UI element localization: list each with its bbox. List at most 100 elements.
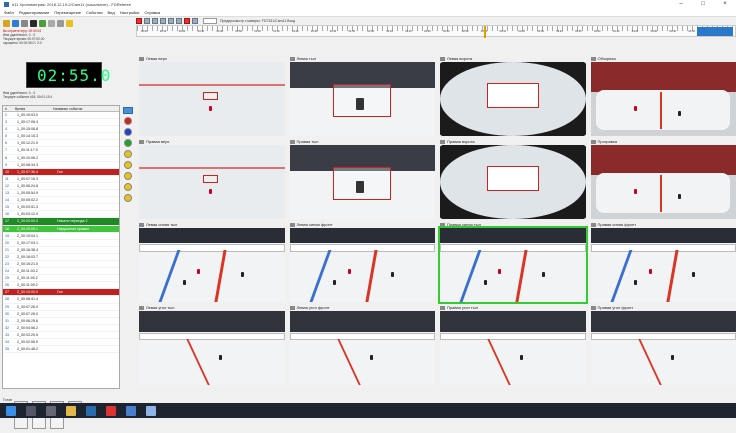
event-row[interactable]: 282_00:08:41.4 bbox=[3, 296, 119, 303]
app-taskbar-icon[interactable] bbox=[86, 406, 96, 416]
marker-button[interactable] bbox=[124, 183, 132, 191]
stop-button[interactable] bbox=[32, 417, 46, 429]
event-row[interactable]: 161_00:03:12.0 bbox=[3, 211, 119, 218]
search-icon[interactable] bbox=[26, 406, 36, 416]
event-row[interactable]: 172_00:20:00.0Начало периода 2 bbox=[3, 218, 119, 225]
event-row[interactable]: 342_00:02:55.0 bbox=[3, 339, 119, 346]
event-row[interactable]: 61_00:12:21.0 bbox=[3, 140, 119, 147]
event-row[interactable]: 212_00:16:38.4 bbox=[3, 247, 119, 254]
info-icon[interactable] bbox=[21, 20, 28, 27]
speed-select[interactable] bbox=[203, 18, 217, 24]
layout-icon[interactable] bbox=[48, 20, 55, 27]
events-list[interactable]: # Время Название события 21_00:19:03.031… bbox=[2, 105, 120, 389]
event-row[interactable]: 292_00:07:26.0 bbox=[3, 304, 119, 311]
event-row[interactable]: 21_00:19:03.0 bbox=[3, 112, 119, 119]
event-row[interactable]: 232_00:15:21.0 bbox=[3, 261, 119, 268]
col-time-header[interactable]: Время bbox=[13, 106, 53, 111]
play-icon[interactable] bbox=[168, 18, 174, 24]
camera-tile[interactable]: Левая ворота bbox=[440, 55, 586, 136]
menu-help[interactable]: Справка bbox=[144, 10, 160, 15]
col-name-header[interactable]: Название события bbox=[53, 106, 119, 111]
event-row[interactable]: 182_00:19:09.1Нарушение правил bbox=[3, 226, 119, 233]
col-num-header[interactable]: # bbox=[3, 106, 13, 111]
marker-button[interactable] bbox=[124, 139, 132, 147]
menu-view[interactable]: Вид bbox=[108, 10, 115, 15]
timeline-overview[interactable] bbox=[697, 27, 733, 36]
camera-tile[interactable]: Правая тыл bbox=[290, 138, 436, 219]
start-icon[interactable] bbox=[6, 406, 16, 416]
event-row[interactable]: 151_00:03:51.3 bbox=[3, 204, 119, 211]
event-row[interactable]: 242_00:11:03.2 bbox=[3, 268, 119, 275]
camera-tile[interactable]: Правая верх bbox=[139, 138, 285, 219]
marker-button[interactable] bbox=[124, 172, 132, 180]
marker-button[interactable] bbox=[124, 150, 132, 158]
event-row[interactable]: 131_00:05:54.9 bbox=[3, 190, 119, 197]
event-row[interactable]: 272_00:10:00.0Гол bbox=[3, 289, 119, 296]
event-row[interactable]: 71_00:11:17.0 bbox=[3, 147, 119, 154]
event-row[interactable]: 352_00:01:48.2 bbox=[3, 346, 119, 353]
camera-view[interactable] bbox=[591, 62, 736, 136]
event-row[interactable]: 41_00:15:08.8 bbox=[3, 126, 119, 133]
save-icon[interactable] bbox=[12, 20, 19, 27]
camera-tile[interactable]: Правая угол фронт bbox=[591, 304, 736, 385]
event-row[interactable]: 111_00:07:15.3 bbox=[3, 176, 119, 183]
menu-move[interactable]: Перемещение bbox=[54, 10, 81, 15]
camera-view[interactable] bbox=[290, 311, 436, 385]
camera-view[interactable] bbox=[290, 145, 436, 219]
camera-tile[interactable]: Левая тыл bbox=[290, 55, 436, 136]
event-row[interactable]: 322_00:04:56.2 bbox=[3, 325, 119, 332]
camera-icon[interactable] bbox=[30, 20, 37, 27]
zoom-in-icon[interactable] bbox=[144, 18, 150, 24]
menu-settings[interactable]: Настройки bbox=[120, 10, 140, 15]
camera-tile[interactable]: Правая угол тыл bbox=[440, 304, 586, 385]
mark-icon[interactable] bbox=[184, 18, 190, 24]
event-row[interactable]: 302_00:07:26.0 bbox=[3, 311, 119, 318]
event-row[interactable]: 312_00:06:25.6 bbox=[3, 318, 119, 325]
camera-view[interactable] bbox=[290, 62, 436, 136]
camera-tile[interactable]: Левая синяя фронт bbox=[290, 221, 436, 302]
fdreferee-taskbar-icon[interactable] bbox=[126, 406, 136, 416]
open-folder-icon[interactable] bbox=[3, 20, 10, 27]
camera-view[interactable] bbox=[591, 311, 736, 385]
task-view-icon[interactable] bbox=[46, 406, 56, 416]
camera-tile[interactable]: Левая угол фронт bbox=[290, 304, 436, 385]
window-taskbar-icon[interactable] bbox=[146, 406, 156, 416]
media-taskbar-icon[interactable] bbox=[106, 406, 116, 416]
camera-tile[interactable]: Обзорная bbox=[591, 55, 736, 136]
explorer-icon[interactable] bbox=[66, 406, 76, 416]
grid-icon[interactable] bbox=[39, 20, 46, 27]
camera-view[interactable] bbox=[139, 311, 285, 385]
menu-edit[interactable]: Редактирование bbox=[19, 10, 49, 15]
settings-icon[interactable] bbox=[57, 20, 64, 27]
camera-view[interactable] bbox=[591, 145, 736, 219]
camera-tile[interactable]: Правая синяя фронт bbox=[591, 221, 736, 302]
event-row[interactable]: 262_00:11:09.2 bbox=[3, 282, 119, 289]
menu-events[interactable]: События bbox=[86, 10, 103, 15]
camera-tile[interactable]: Левая синяя тыл bbox=[139, 221, 285, 302]
marker-all-button[interactable] bbox=[123, 107, 133, 114]
camera-tile[interactable]: Правая ворота bbox=[440, 138, 586, 219]
camera-view[interactable] bbox=[440, 228, 586, 302]
event-row[interactable]: 252_00:11:00.2 bbox=[3, 275, 119, 282]
timeline-ruler[interactable]: 00:0000:1000:2000:3000:4000:5001:0001:10… bbox=[136, 25, 736, 37]
event-row[interactable]: 101_00:07:36.4Гол bbox=[3, 169, 119, 176]
camera-tile[interactable]: Правая синяя тыл bbox=[440, 221, 586, 302]
rewind-icon[interactable] bbox=[160, 18, 166, 24]
marker-button[interactable] bbox=[124, 117, 132, 125]
event-row[interactable]: 91_00:08:34.3 bbox=[3, 162, 119, 169]
camera-view[interactable] bbox=[440, 311, 586, 385]
event-row[interactable]: 51_00:14:15.3 bbox=[3, 133, 119, 140]
camera-view[interactable] bbox=[290, 228, 436, 302]
event-row[interactable]: 222_00:16:03.7 bbox=[3, 254, 119, 261]
menu-file[interactable]: Файл bbox=[4, 10, 14, 15]
marker-button[interactable] bbox=[124, 128, 132, 136]
event-row[interactable]: 332_00:03:20.5 bbox=[3, 332, 119, 339]
event-row[interactable]: 31_00:17:06.4 bbox=[3, 119, 119, 126]
forward-icon[interactable] bbox=[176, 18, 182, 24]
timeline-cursor[interactable] bbox=[484, 26, 486, 38]
prev-event-button[interactable] bbox=[14, 417, 28, 429]
help-icon[interactable] bbox=[66, 20, 73, 27]
camera-view[interactable] bbox=[139, 228, 285, 302]
snapshot-icon[interactable] bbox=[192, 18, 198, 24]
marker-button[interactable] bbox=[124, 161, 132, 169]
